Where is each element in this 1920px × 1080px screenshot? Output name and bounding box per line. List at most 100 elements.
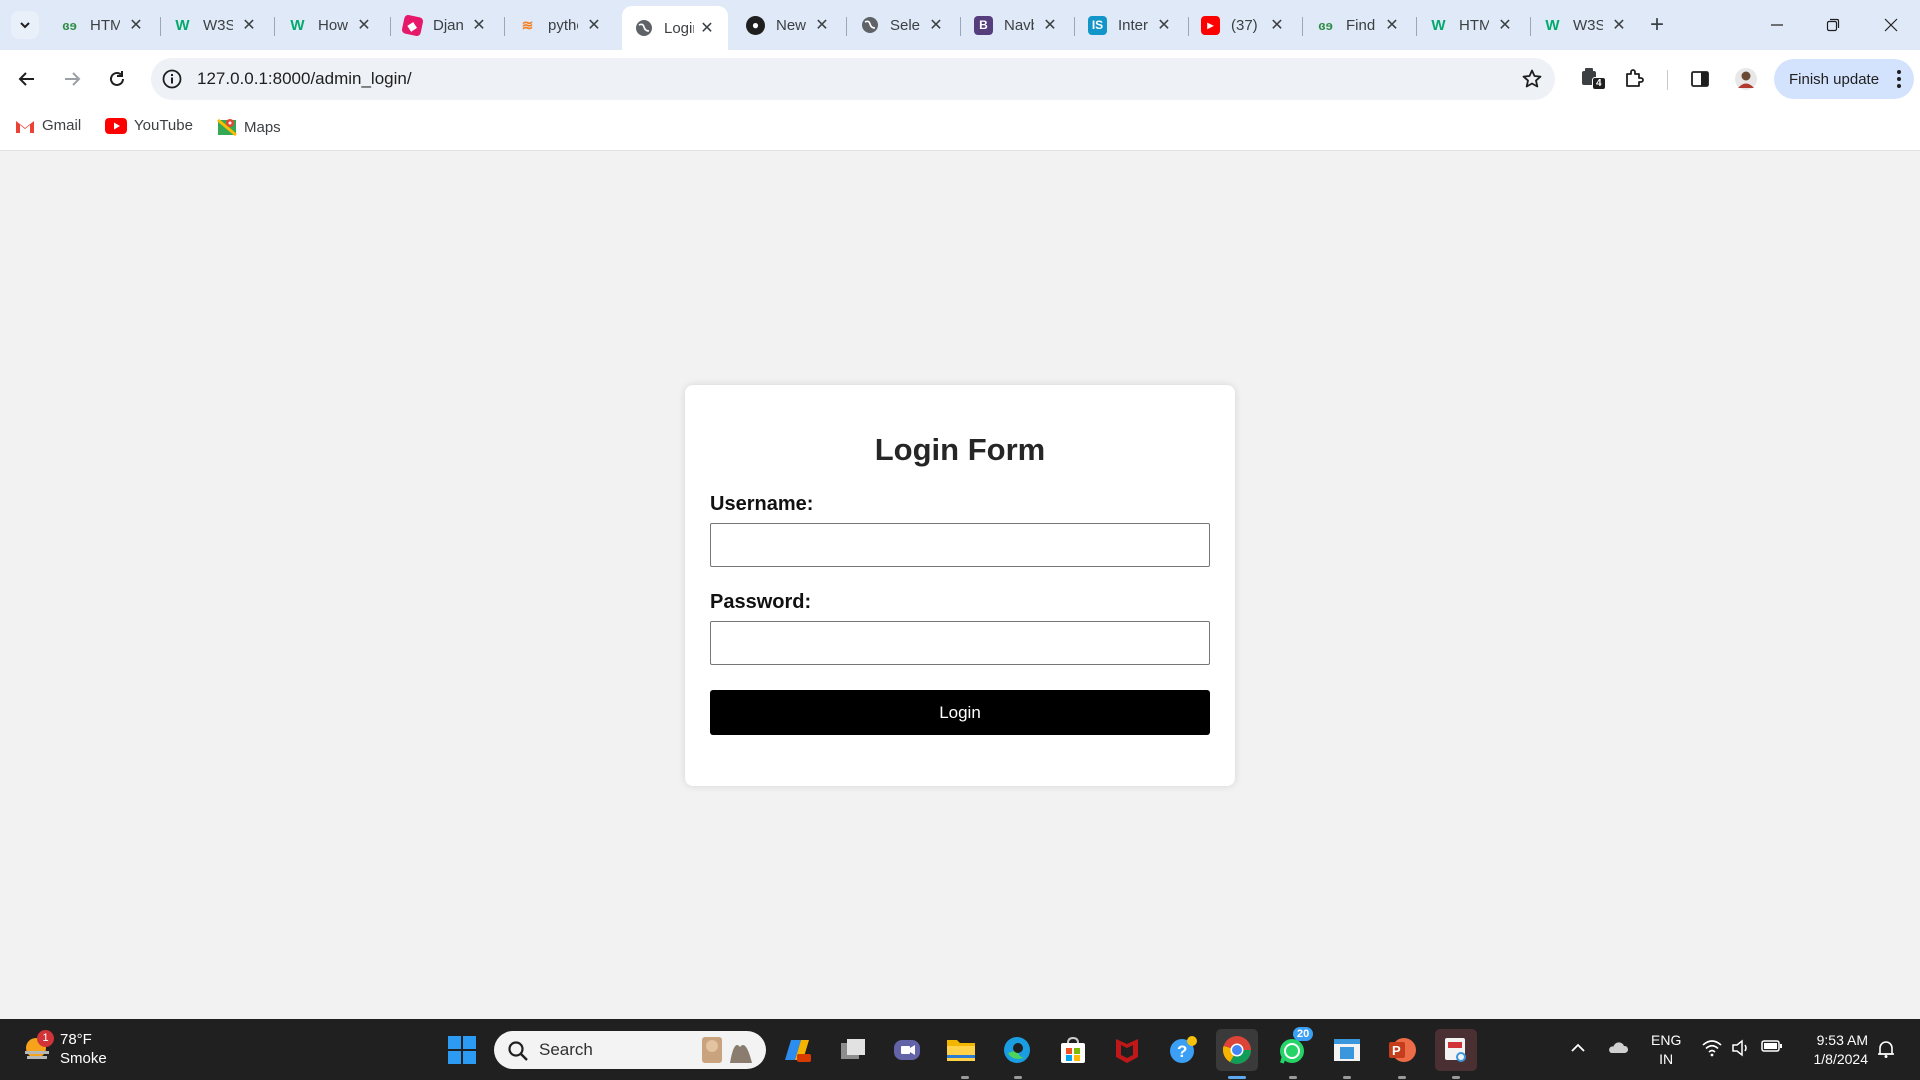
whatsapp-icon[interactable]: 20 bbox=[1276, 1027, 1314, 1067]
tab-search-button[interactable] bbox=[11, 11, 39, 39]
w3schools-icon: W bbox=[175, 16, 190, 34]
more-vertical-icon bbox=[1896, 68, 1902, 94]
back-button[interactable] bbox=[11, 63, 43, 95]
finish-update-button[interactable]: Finish update bbox=[1774, 59, 1914, 99]
restore-button[interactable] bbox=[1810, 10, 1856, 40]
minimize-icon bbox=[1771, 24, 1783, 26]
teams-chat-icon[interactable] bbox=[890, 1033, 924, 1067]
mcafee-icon[interactable] bbox=[1110, 1033, 1144, 1067]
url-text[interactable]: 127.0.0.1:8000/admin_login/ bbox=[197, 69, 412, 89]
running-indicator bbox=[1289, 1076, 1297, 1079]
whatsapp-badge: 20 bbox=[1293, 1027, 1314, 1041]
bookmark-label: Gmail bbox=[42, 117, 82, 134]
tab-label: Navbar bbox=[1004, 16, 1034, 34]
tab-label: Login bbox=[664, 19, 694, 37]
tab-10[interactable]: ▶ (37) ✕ bbox=[1201, 8, 1286, 42]
tab-label: Find bbox=[1346, 16, 1376, 34]
bootstrap-icon: B bbox=[974, 15, 993, 35]
snipping-tool-icon[interactable] bbox=[1435, 1029, 1477, 1071]
address-bar[interactable]: 127.0.0.1:8000/admin_login/ bbox=[151, 58, 1555, 100]
chevron-up-icon[interactable] bbox=[1569, 1039, 1587, 1057]
search-icon bbox=[507, 1040, 529, 1067]
password-input[interactable] bbox=[710, 621, 1210, 665]
close-icon[interactable]: ✕ bbox=[1155, 15, 1173, 35]
close-icon[interactable]: ✕ bbox=[698, 18, 716, 38]
close-icon[interactable]: ✕ bbox=[1383, 15, 1401, 35]
new-tab-button[interactable]: + bbox=[1650, 13, 1664, 37]
close-icon[interactable]: ✕ bbox=[1496, 15, 1514, 35]
search-placeholder: Search bbox=[539, 1040, 593, 1059]
profile-button[interactable] bbox=[1732, 65, 1760, 93]
username-input[interactable] bbox=[710, 523, 1210, 567]
login-button[interactable]: Login bbox=[710, 690, 1210, 735]
close-icon[interactable]: ✕ bbox=[813, 15, 831, 35]
wifi-icon[interactable] bbox=[1702, 1039, 1722, 1057]
extension-button[interactable]: 4 bbox=[1578, 65, 1606, 93]
battery-icon[interactable] bbox=[1761, 1039, 1783, 1053]
tab-1[interactable]: W W3Schools ✕ bbox=[173, 8, 258, 42]
bookmark-youtube[interactable]: YouTube bbox=[105, 117, 193, 134]
weather-widget[interactable]: 1 78°F Smoke bbox=[22, 1030, 107, 1068]
tab-2[interactable]: W How ✕ bbox=[288, 8, 373, 42]
task-view-icon[interactable] bbox=[836, 1033, 870, 1067]
side-panel-button[interactable] bbox=[1686, 65, 1714, 93]
reload-button[interactable] bbox=[101, 63, 133, 95]
help-icon[interactable]: ? bbox=[1166, 1033, 1200, 1067]
avatar bbox=[1735, 68, 1757, 90]
tab-3[interactable]: ◆ Django ✕ bbox=[401, 8, 488, 42]
bookmark-gmail[interactable]: Gmail bbox=[15, 117, 81, 134]
close-icon[interactable]: ✕ bbox=[1610, 15, 1628, 35]
close-window-button[interactable] bbox=[1868, 10, 1914, 40]
start-button[interactable] bbox=[445, 1033, 479, 1067]
tab-divider bbox=[1416, 17, 1417, 36]
tab-12[interactable]: W HTML ✕ bbox=[1429, 8, 1514, 42]
file-explorer-icon[interactable] bbox=[944, 1033, 978, 1067]
close-icon[interactable]: ✕ bbox=[1268, 15, 1286, 35]
microsoft-store-icon[interactable] bbox=[1056, 1033, 1090, 1067]
close-icon[interactable]: ✕ bbox=[127, 15, 145, 35]
site-info-icon[interactable] bbox=[161, 68, 183, 95]
bookmark-maps[interactable]: Maps bbox=[217, 117, 281, 137]
tab-11[interactable]: ɞɘ Find ✕ bbox=[1316, 8, 1401, 42]
volume-icon[interactable] bbox=[1731, 1039, 1751, 1057]
close-icon[interactable]: ✕ bbox=[585, 15, 603, 35]
login-form: Login Form Username: Password: Login bbox=[685, 385, 1235, 786]
bookmark-star-icon[interactable] bbox=[1521, 68, 1543, 95]
clock[interactable]: 9:53 AM 1/8/2024 bbox=[1800, 1031, 1869, 1069]
copilot-icon[interactable] bbox=[780, 1033, 814, 1067]
notification-bell-icon[interactable] bbox=[1876, 1039, 1896, 1059]
edge-icon[interactable] bbox=[1000, 1033, 1034, 1067]
tab-5-active[interactable]: Login ✕ bbox=[622, 6, 728, 50]
taskbar-search[interactable]: Search bbox=[494, 1031, 766, 1069]
tab-7[interactable]: Select ✕ bbox=[860, 8, 945, 42]
language-indicator[interactable]: ENG IN bbox=[1651, 1031, 1681, 1069]
tab-13[interactable]: W W3S ✕ bbox=[1543, 8, 1628, 42]
tab-9[interactable]: IS Intern ✕ bbox=[1088, 8, 1173, 42]
running-indicator bbox=[1452, 1076, 1460, 1079]
tab-4[interactable]: ≋ python ✕ bbox=[518, 8, 603, 42]
tab-strip: ɞɘ HTML ✕ W W3Schools ✕ W How ✕ ◆ Django… bbox=[0, 0, 1920, 50]
close-icon[interactable]: ✕ bbox=[355, 15, 373, 35]
weather-sun-icon: 1 bbox=[22, 1030, 54, 1064]
tab-0[interactable]: ɞɘ HTML ✕ bbox=[60, 8, 145, 42]
forward-button[interactable] bbox=[56, 63, 88, 95]
close-icon[interactable]: ✕ bbox=[470, 15, 488, 35]
bookmark-label: YouTube bbox=[134, 117, 193, 134]
close-icon[interactable]: ✕ bbox=[927, 15, 945, 35]
extensions-menu-button[interactable] bbox=[1620, 65, 1648, 93]
weather-text: 78°F Smoke bbox=[60, 1030, 107, 1068]
globe-icon bbox=[634, 19, 653, 38]
close-icon[interactable]: ✕ bbox=[1041, 15, 1059, 35]
weather-desc: Smoke bbox=[60, 1050, 107, 1067]
close-icon[interactable]: ✕ bbox=[240, 15, 258, 35]
app-window-icon[interactable] bbox=[1330, 1033, 1364, 1067]
chrome-icon[interactable] bbox=[1216, 1029, 1258, 1071]
tab-8[interactable]: B Navbar ✕ bbox=[974, 8, 1059, 42]
powerpoint-icon[interactable]: P bbox=[1385, 1033, 1419, 1067]
arrow-left-icon bbox=[18, 72, 34, 86]
minimize-button[interactable] bbox=[1754, 10, 1800, 40]
onedrive-icon[interactable] bbox=[1607, 1039, 1629, 1055]
tab-label: W3Schools bbox=[203, 16, 233, 34]
tab-6[interactable]: ● New ✕ bbox=[746, 8, 831, 42]
tab-label: New bbox=[776, 16, 806, 34]
